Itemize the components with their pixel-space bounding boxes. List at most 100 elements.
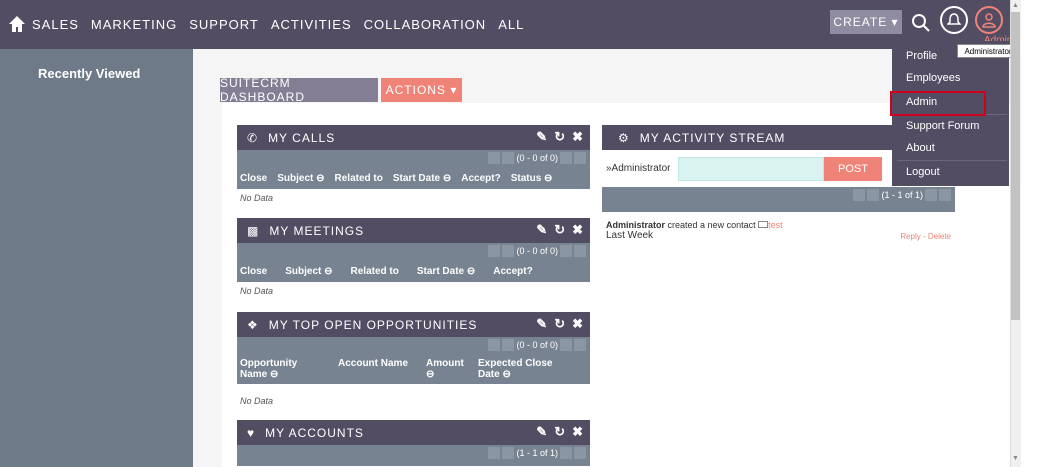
col-close[interactable]: Close [240, 173, 267, 184]
column-header-row: Close Subject ⊖ Related to Start Date ⊖ … [237, 167, 590, 189]
next-page-button[interactable] [560, 152, 572, 164]
refresh-icon[interactable]: ↻ [554, 222, 566, 238]
col-account-name[interactable]: Account Name [338, 358, 408, 369]
refresh-icon[interactable]: ↻ [554, 424, 566, 440]
col-close[interactable]: Close [240, 266, 267, 277]
create-button[interactable]: CREATE ▾ [830, 10, 902, 34]
col-accept[interactable]: Accept? [493, 266, 532, 277]
menu-divider [897, 160, 1007, 161]
nav-marketing[interactable]: MARKETING [91, 17, 177, 32]
first-page-button[interactable] [488, 152, 501, 164]
contact-card-icon [758, 221, 769, 228]
search-icon[interactable] [910, 12, 932, 34]
col-amount[interactable]: Amount ⊖ [426, 358, 464, 380]
phone-icon: ✆ [247, 130, 259, 145]
lightbulb-icon: ❖ [247, 317, 259, 332]
close-icon[interactable]: ✖ [572, 316, 584, 332]
calendar-icon: ▩ [247, 223, 260, 238]
col-start-date[interactable]: Start Date ⊖ [417, 266, 475, 277]
stream-divider [602, 204, 955, 212]
dashlet-header: ▩ MY MEETINGS ✎ ↻ ✖ [237, 218, 590, 243]
entry-user[interactable]: Administrator [606, 220, 665, 230]
first-page-button[interactable] [488, 339, 501, 351]
dashlet-title: MY ACCOUNTS [265, 425, 364, 440]
prev-page-button[interactable] [867, 189, 880, 201]
dashlet-title: MY MEETINGS [269, 223, 365, 238]
dashlet-title: MY CALLS [268, 130, 336, 145]
last-page-button[interactable] [939, 189, 951, 201]
col-opportunity-name[interactable]: Opportunity Name ⊖ [240, 358, 320, 380]
prev-page-button[interactable] [502, 339, 515, 351]
no-data-text: No Data [237, 189, 590, 211]
menu-item-support-forum[interactable]: Support Forum [906, 120, 979, 132]
edit-icon[interactable]: ✎ [536, 316, 548, 332]
last-page-button[interactable] [574, 245, 586, 257]
post-button[interactable]: POST [824, 157, 882, 181]
column-header-row: Close Subject ⊖ Related to Start Date ⊖ … [237, 260, 590, 282]
last-page-button[interactable] [574, 447, 586, 459]
tab-suitecrm-dashboard[interactable]: SUITECRM DASHBOARD [220, 76, 378, 104]
stream-entry: Administrator created a new contact test… [606, 220, 955, 241]
pager-text: (0 - 0 of 0) [516, 340, 558, 350]
col-subject[interactable]: Subject ⊖ [277, 173, 324, 184]
entry-link[interactable]: test [768, 220, 783, 230]
no-data-text: No Data [237, 384, 590, 420]
refresh-icon[interactable]: ↻ [554, 316, 566, 332]
no-data-text: No Data [237, 282, 590, 304]
actions-button[interactable]: ACTIONS ▾ [381, 78, 462, 102]
dashlet-my-top-opportunities: ❖ MY TOP OPEN OPPORTUNITIES ✎ ↻ ✖ (0 - 0 o… [237, 312, 590, 420]
close-icon[interactable]: ✖ [572, 424, 584, 440]
close-icon[interactable]: ✖ [572, 129, 584, 145]
close-icon[interactable]: ✖ [572, 222, 584, 238]
first-page-button[interactable] [488, 447, 501, 459]
refresh-icon[interactable]: ↻ [554, 129, 566, 145]
user-avatar-icon[interactable] [975, 6, 1003, 34]
col-status[interactable]: Status ⊖ [511, 173, 553, 184]
dashlet-my-calls: ✆ MY CALLS ✎ ↻ ✖ (0 - 0 of 0) Close Subjec… [237, 125, 590, 211]
prev-page-button[interactable] [502, 245, 515, 257]
edit-icon[interactable]: ✎ [536, 424, 548, 440]
menu-item-employees[interactable]: Employees [906, 72, 960, 84]
notifications-bell-icon[interactable] [940, 6, 968, 34]
reply-delete-links[interactable]: Reply - Delete [900, 232, 951, 241]
prev-page-button[interactable] [502, 447, 515, 459]
recently-viewed-title: Recently Viewed [38, 66, 141, 81]
nav-sales[interactable]: SALES [32, 17, 79, 32]
scrollbar-thumb[interactable] [1011, 12, 1020, 320]
nav-collaboration[interactable]: COLLABORATION [364, 17, 487, 32]
column-header-row [237, 462, 590, 466]
next-page-button[interactable] [560, 339, 572, 351]
nav-support[interactable]: SUPPORT [189, 17, 259, 32]
col-accept[interactable]: Accept? [461, 173, 500, 184]
stream-post-input[interactable] [678, 157, 824, 181]
menu-item-about[interactable]: About [906, 142, 935, 154]
scroll-up-icon[interactable]: ▲ [1011, 2, 1020, 12]
first-page-button[interactable] [853, 189, 866, 201]
col-expected-close-date[interactable]: Expected Close Date ⊖ [478, 358, 568, 380]
edit-icon[interactable]: ✎ [536, 129, 548, 145]
dashlet-header: ♥ MY ACCOUNTS ✎ ↻ ✖ [237, 420, 590, 445]
last-page-button[interactable] [574, 152, 586, 164]
edit-icon[interactable]: ✎ [536, 222, 548, 238]
scroll-down-icon[interactable]: ▼ [1011, 455, 1020, 465]
column-header-row: Opportunity Name ⊖ Account Name Amount ⊖… [237, 354, 590, 384]
pager-text: (1 - 1 of 1) [516, 448, 558, 458]
col-start-date[interactable]: Start Date ⊖ [393, 173, 451, 184]
first-page-button[interactable] [488, 245, 501, 257]
next-page-button[interactable] [925, 189, 937, 201]
next-page-button[interactable] [560, 447, 572, 459]
prev-page-button[interactable] [502, 152, 515, 164]
col-related[interactable]: Related to [351, 266, 399, 277]
last-page-button[interactable] [574, 339, 586, 351]
dashlet-header: ✆ MY CALLS ✎ ↻ ✖ [237, 125, 590, 150]
nav-activities[interactable]: ACTIVITIES [271, 17, 352, 32]
menu-item-profile[interactable]: Profile [906, 50, 937, 62]
nav-all[interactable]: ALL [498, 17, 524, 32]
col-related[interactable]: Related to [335, 173, 383, 184]
col-subject[interactable]: Subject ⊖ [285, 266, 332, 277]
next-page-button[interactable] [560, 245, 572, 257]
menu-item-logout[interactable]: Logout [906, 166, 940, 178]
dashlet-my-accounts: ♥ MY ACCOUNTS ✎ ↻ ✖ (1 - 1 of 1) [237, 420, 590, 466]
dashlet-title: MY ACTIVITY STREAM [639, 130, 786, 145]
home-icon[interactable] [8, 14, 26, 34]
